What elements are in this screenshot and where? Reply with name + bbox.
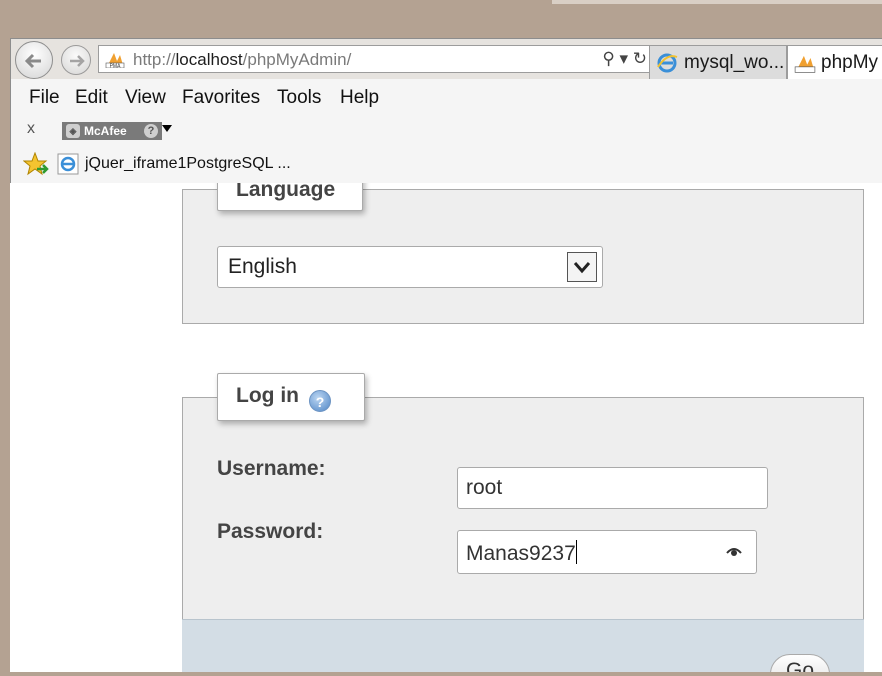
reveal-password-icon[interactable] — [726, 545, 742, 557]
page-content: Language English Log in? Username: root … — [10, 183, 882, 672]
tab-label: phpMy — [821, 52, 879, 73]
favorites-link[interactable]: jQuer_iframe1PostgreSQL ... — [85, 155, 291, 173]
password-input[interactable]: Manas9237 — [457, 530, 757, 574]
chevron-down-icon[interactable] — [162, 125, 172, 132]
language-selected-value: English — [228, 255, 297, 278]
login-legend: Log in? — [217, 373, 365, 421]
browser-chrome: PMA http://localhost/phpMyAdmin/ ⚲ ▾ ↻ m… — [10, 38, 882, 184]
tab-mysql[interactable]: mysql_wo... — [649, 45, 787, 79]
url-path: /phpMyAdmin/ — [242, 50, 352, 69]
menu-tools[interactable]: Tools — [277, 87, 321, 109]
forward-arrow-icon — [70, 55, 85, 67]
phpmyadmin-favicon-icon: PMA — [105, 53, 125, 69]
back-arrow-icon — [24, 53, 41, 69]
forward-button[interactable] — [61, 45, 91, 75]
favorites-bar: jQuer_iframe1PostgreSQL ... — [11, 145, 882, 184]
mcafee-label: McAfee — [84, 124, 127, 138]
svg-text:PMA: PMA — [110, 64, 122, 69]
help-icon: ? — [144, 124, 158, 138]
menu-bar: File Edit View Favorites Tools Help — [11, 79, 882, 119]
url-host: localhost — [175, 50, 243, 69]
chevron-down-icon[interactable] — [567, 252, 597, 282]
ie-icon — [657, 53, 678, 73]
form-actions-bar — [182, 619, 864, 672]
desktop-strip — [0, 0, 882, 30]
menu-edit[interactable]: Edit — [75, 87, 108, 109]
command-bar: x ◈ McAfee ? — [11, 119, 882, 143]
address-url: http://localhost/phpMyAdmin/ — [133, 50, 351, 70]
language-legend: Language — [217, 183, 363, 211]
menu-help[interactable]: Help — [340, 87, 379, 109]
navigation-row: PMA http://localhost/phpMyAdmin/ ⚲ ▾ ↻ m… — [11, 39, 882, 79]
go-button[interactable]: Go — [770, 654, 830, 672]
text-caret — [575, 540, 577, 564]
password-label: Password: — [217, 520, 324, 543]
login-legend-text: Log in — [236, 384, 299, 407]
menu-view[interactable]: View — [125, 87, 166, 109]
url-scheme: http:// — [133, 50, 176, 69]
address-tools[interactable]: ⚲ ▾ ↻ — [602, 49, 647, 69]
mcafee-shield-icon: ◈ — [66, 124, 80, 138]
tab-label: mysql_wo... — [684, 52, 785, 73]
close-toolbar-icon[interactable]: x — [27, 120, 35, 138]
window-edge — [552, 0, 882, 4]
username-input[interactable]: root — [457, 467, 768, 509]
ie-icon — [57, 153, 79, 175]
username-value: root — [466, 476, 503, 499]
menu-favorites[interactable]: Favorites — [182, 87, 260, 109]
menu-file[interactable]: File — [29, 87, 60, 109]
tab-phpmyadmin[interactable]: phpMy — [787, 45, 882, 79]
username-label: Username: — [217, 457, 326, 480]
address-bar[interactable]: PMA http://localhost/phpMyAdmin/ ⚲ ▾ ↻ — [98, 45, 654, 73]
password-value: Manas9237 — [466, 542, 576, 565]
help-icon[interactable]: ? — [308, 390, 331, 412]
back-button[interactable] — [15, 41, 53, 79]
language-select[interactable]: English — [217, 246, 603, 288]
desktop-bottom-edge — [0, 672, 882, 676]
mcafee-button[interactable]: ◈ McAfee ? — [62, 122, 162, 140]
favorites-star-icon[interactable] — [23, 152, 49, 176]
phpmyadmin-favicon-icon — [794, 55, 816, 73]
